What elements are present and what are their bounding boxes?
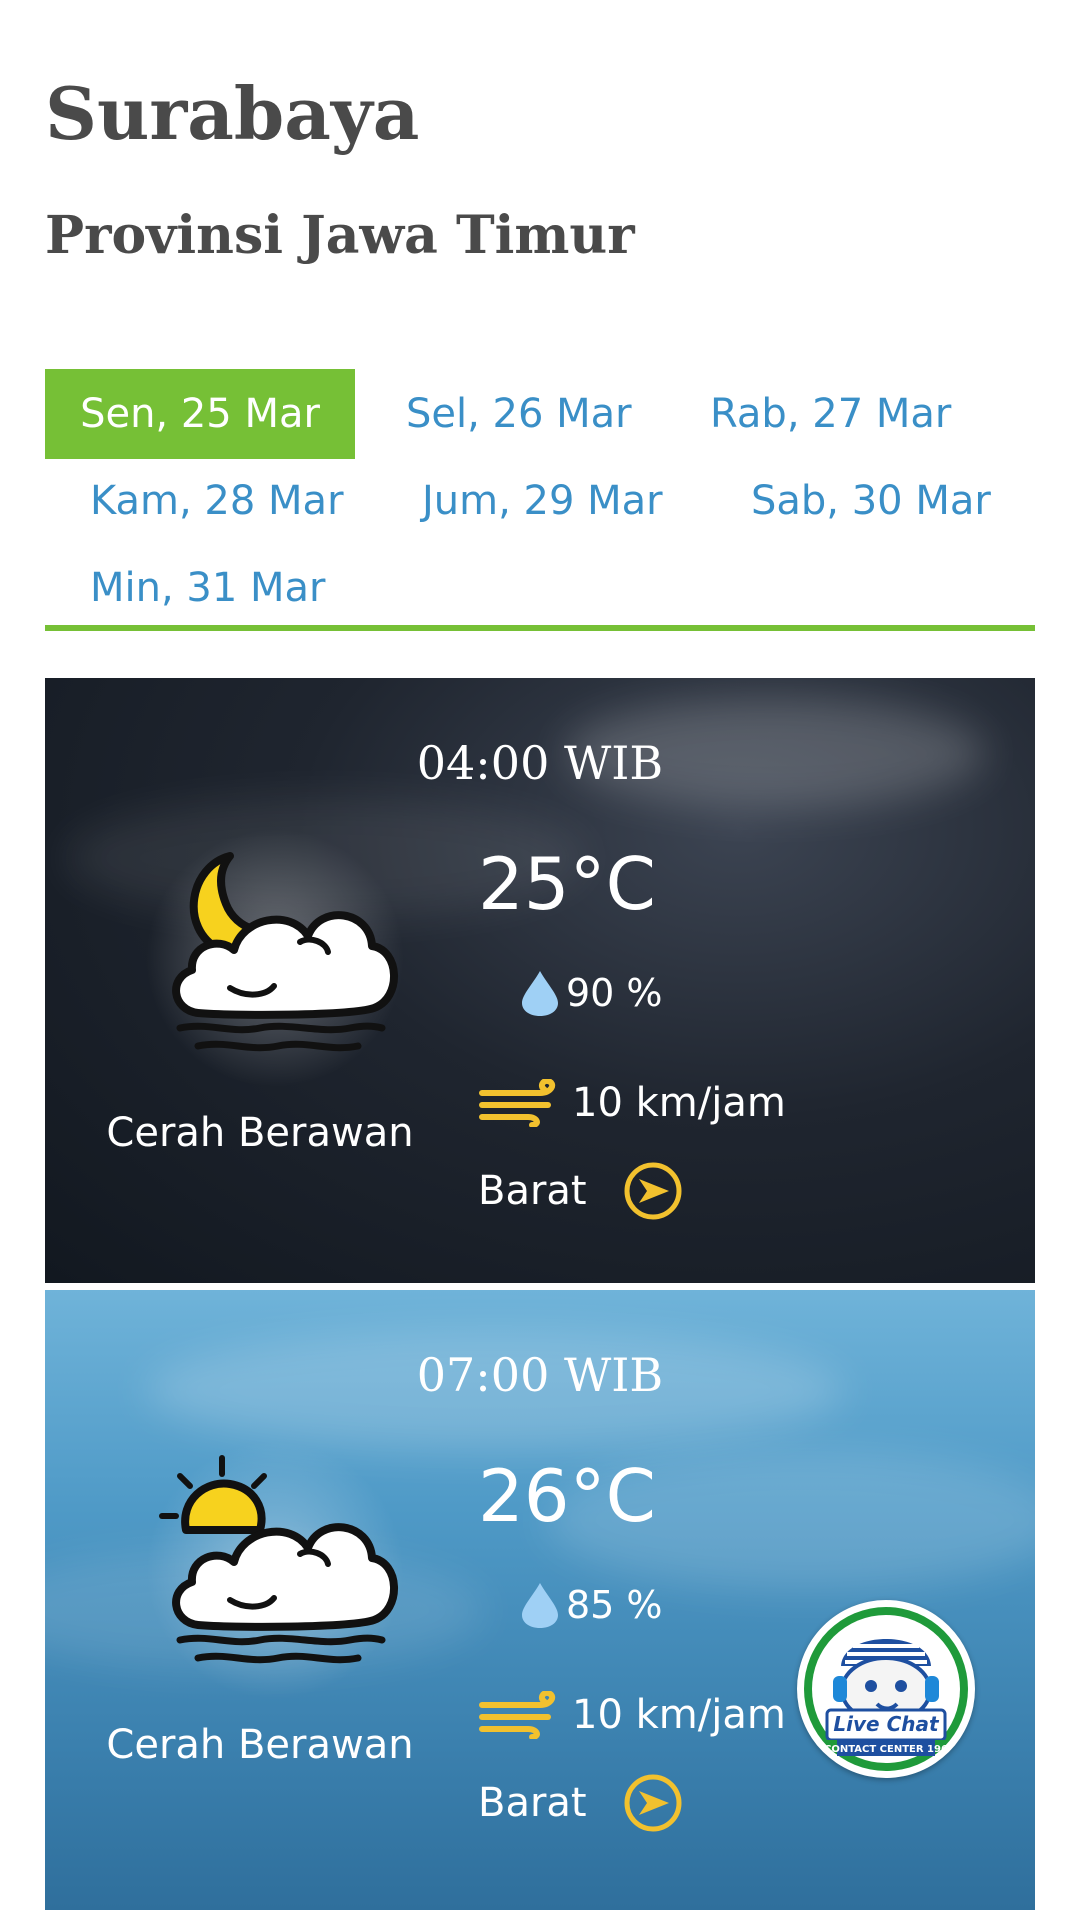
wind-icon bbox=[479, 1079, 556, 1127]
wind-speed: 10 km/jam bbox=[478, 1685, 786, 1745]
wind-direction: Barat bbox=[478, 1158, 683, 1224]
tab-sab-30-mar[interactable]: Sab, 30 Mar bbox=[751, 456, 991, 546]
moon-cloud-icon bbox=[172, 852, 398, 1052]
forecast-time: 04:00 WIB bbox=[416, 736, 664, 790]
sun-cloud-icon bbox=[159, 1455, 398, 1664]
humidity: 90 % bbox=[520, 968, 663, 1018]
live-chat-title: Live Chat bbox=[833, 1712, 940, 1736]
city-title: Surabaya bbox=[45, 71, 420, 156]
forecast-card-0400: 04:00 WIB Cerah Berawan 25°C 90 % 10 km/… bbox=[45, 678, 1035, 1283]
tab-jum-29-mar[interactable]: Jum, 29 Mar bbox=[422, 456, 663, 546]
water-drop-icon bbox=[522, 1583, 558, 1628]
tab-kam-28-mar[interactable]: Kam, 28 Mar bbox=[90, 456, 344, 546]
temperature: 26°C bbox=[478, 1454, 656, 1538]
water-drop-icon bbox=[522, 971, 558, 1016]
forecast-time: 07:00 WIB bbox=[416, 1348, 664, 1402]
wind-icon bbox=[479, 1691, 556, 1739]
date-tabs: Sen, 25 Mar Sel, 26 Mar Rab, 27 Mar Kam,… bbox=[45, 369, 1035, 631]
temperature: 25°C bbox=[478, 842, 656, 926]
wind-speed-value: 10 km/jam bbox=[572, 1692, 786, 1738]
tab-min-31-mar[interactable]: Min, 31 Mar bbox=[90, 543, 326, 633]
wind-direction-label: Barat bbox=[478, 1780, 587, 1826]
direction-arrow-icon bbox=[624, 1162, 682, 1220]
live-chat-subtitle: CONTACT CENTER 196 bbox=[824, 1744, 948, 1755]
tab-rab-27-mar[interactable]: Rab, 27 Mar bbox=[710, 369, 951, 459]
forecast-condition: Cerah Berawan bbox=[106, 1110, 414, 1156]
wind-direction: Barat bbox=[478, 1770, 683, 1836]
province-subtitle: Provinsi Jawa Timur bbox=[45, 205, 635, 266]
wind-direction-label: Barat bbox=[478, 1168, 587, 1214]
wind-speed-value: 10 km/jam bbox=[572, 1080, 786, 1126]
humidity-value: 90 % bbox=[566, 971, 663, 1015]
wind-speed: 10 km/jam bbox=[478, 1073, 786, 1133]
humidity: 85 % bbox=[520, 1580, 663, 1630]
live-chat-mascot-icon: Live Chat CONTACT CENTER 196 bbox=[804, 1607, 968, 1771]
direction-arrow-icon bbox=[624, 1774, 682, 1832]
tab-sel-26-mar[interactable]: Sel, 26 Mar bbox=[406, 369, 632, 459]
live-chat-button[interactable]: Live Chat CONTACT CENTER 196 bbox=[797, 1600, 975, 1778]
humidity-value: 85 % bbox=[566, 1583, 663, 1627]
tab-sen-25-mar[interactable]: Sen, 25 Mar bbox=[45, 369, 355, 459]
forecast-condition: Cerah Berawan bbox=[106, 1722, 414, 1768]
